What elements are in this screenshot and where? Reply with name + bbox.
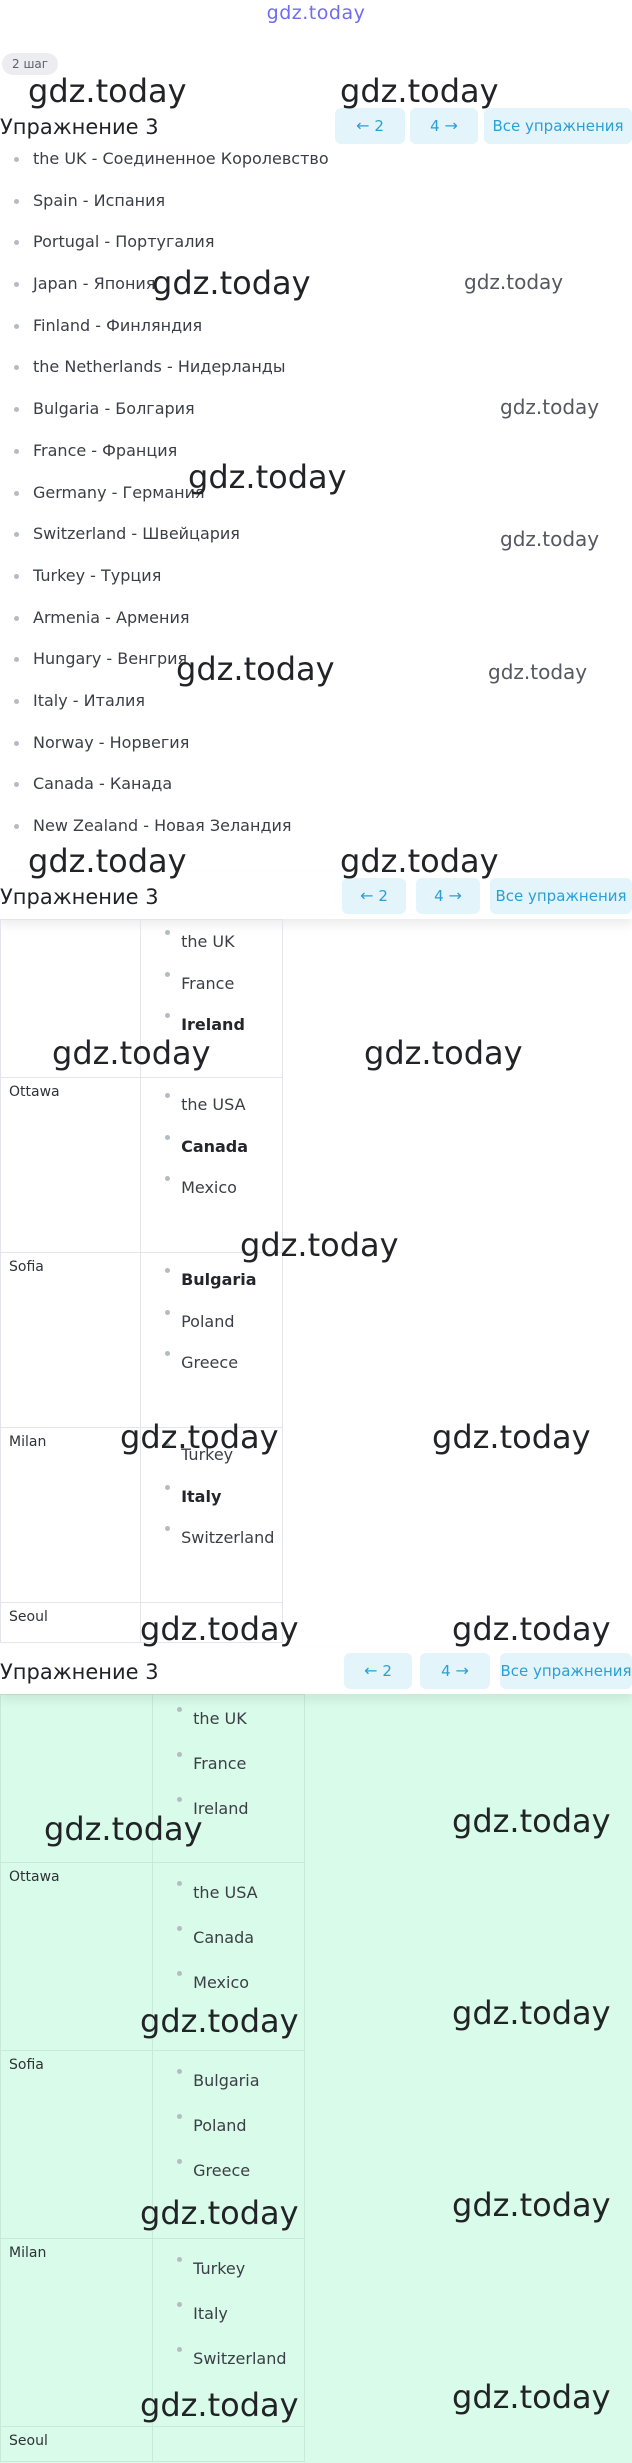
option-item: France (153, 1752, 304, 1797)
watermark: gdz.today (140, 1610, 299, 1648)
city-name: Seoul (9, 2433, 48, 2449)
watermark: gdz.today (452, 1802, 611, 1840)
site-logo[interactable]: gdz.today (0, 0, 632, 26)
city-name: Ottawa (9, 1869, 60, 1885)
list-item: Portugal - Португалия (0, 221, 632, 263)
list-item: the Netherlands - Нидерланды (0, 346, 632, 388)
watermark: gdz.today (452, 2186, 611, 2224)
option-item: Italy (153, 2302, 304, 2347)
option-item: the USA (153, 1881, 304, 1926)
city-name: Sofia (9, 2057, 44, 2073)
watermark: gdz.today (452, 1610, 611, 1648)
city-name: Sofia (9, 1259, 44, 1275)
list-item: Finland - Финляндия (0, 305, 632, 347)
list-item: Turkey - Турция (0, 555, 632, 597)
list-item: Canada - Канада (0, 763, 632, 805)
watermark: gdz.today (44, 1810, 203, 1848)
watermark: gdz.today (340, 72, 499, 110)
option-item: Poland (141, 1309, 282, 1352)
watermark: gdz.today (452, 1994, 611, 2032)
arrow-left-icon: ← (356, 116, 370, 135)
arrow-left-icon: ← (364, 1661, 378, 1680)
watermark: gdz.today (140, 2386, 299, 2424)
option-item: Turkey (153, 2257, 304, 2302)
prev-label: 2 (382, 1662, 392, 1680)
next-label: 4 (434, 887, 444, 905)
watermark: gdz.today (188, 458, 347, 496)
section-title: Упражнение 3 (0, 885, 159, 909)
arrow-right-icon: → (448, 886, 462, 905)
option-item-selected: Canada (141, 1134, 282, 1177)
prev-label: 2 (374, 117, 384, 135)
next-label: 4 (441, 1662, 451, 1680)
watermark: gdz.today (364, 1034, 523, 1072)
watermark: gdz.today (500, 527, 600, 551)
option-item: Bulgaria (153, 2069, 304, 2114)
watermark: gdz.today (140, 2194, 299, 2232)
option-item: Mexico (141, 1176, 282, 1218)
all-exercises-button[interactable]: Все упражнения (490, 878, 632, 914)
option-item: the USA (141, 1093, 282, 1135)
watermark: gdz.today (176, 650, 335, 688)
watermark: gdz.today (152, 264, 311, 302)
list-item: Armenia - Армения (0, 597, 632, 639)
watermark: gdz.today (52, 1034, 211, 1072)
watermark: gdz.today (488, 660, 588, 684)
prev-exercise-button[interactable]: ← 2 (342, 878, 406, 914)
option-item: the UK (141, 930, 282, 972)
next-exercise-button[interactable]: 4 → (420, 1653, 490, 1689)
section-header-3: Упражнение 3 ← 2 4 → Все упражнения (0, 1648, 632, 1694)
all-exercises-button[interactable]: Все упражнения (500, 1653, 632, 1689)
section-title: Упражнение 3 (0, 1660, 159, 1684)
option-item-selected: Italy (141, 1484, 282, 1527)
arrow-left-icon: ← (360, 886, 374, 905)
city-name: Milan (9, 2245, 47, 2261)
arrow-right-icon: → (455, 1661, 469, 1680)
city-name: Seoul (9, 1609, 48, 1625)
watermark: gdz.today (340, 842, 499, 880)
list-item: the UK - Соединенное Королевство (0, 138, 632, 180)
list-item: Norway - Норвегия (0, 722, 632, 764)
option-item: Greece (141, 1351, 282, 1393)
prev-label: 2 (378, 887, 388, 905)
arrow-right-icon: → (444, 116, 458, 135)
watermark: gdz.today (240, 1226, 399, 1264)
watermark: gdz.today (28, 842, 187, 880)
watermark: gdz.today (500, 395, 600, 419)
watermark: gdz.today (452, 2378, 611, 2416)
next-exercise-button[interactable]: 4 → (416, 878, 480, 914)
watermark: gdz.today (464, 270, 564, 294)
option-item: the UK (153, 1707, 304, 1752)
list-item: Spain - Испания (0, 180, 632, 222)
option-item: Poland (153, 2114, 304, 2159)
list-item: New Zealand - Новая Зеландия (0, 805, 632, 847)
city-name: Ottawa (9, 1084, 60, 1100)
prev-exercise-button[interactable]: ← 2 (344, 1653, 412, 1689)
option-item: Switzerland (141, 1526, 282, 1568)
section-title: Упражнение 3 (0, 115, 159, 139)
exercise-table: the UK France Ireland Ottawa the USA Can… (0, 919, 283, 1643)
watermark: gdz.today (28, 72, 187, 110)
option-item: France (141, 971, 282, 1014)
next-label: 4 (430, 117, 440, 135)
watermark: gdz.today (120, 1418, 279, 1456)
watermark: gdz.today (432, 1418, 591, 1456)
option-item: Canada (153, 1926, 304, 1971)
option-item-selected: Bulgaria (141, 1268, 282, 1310)
watermark: gdz.today (140, 2002, 299, 2040)
